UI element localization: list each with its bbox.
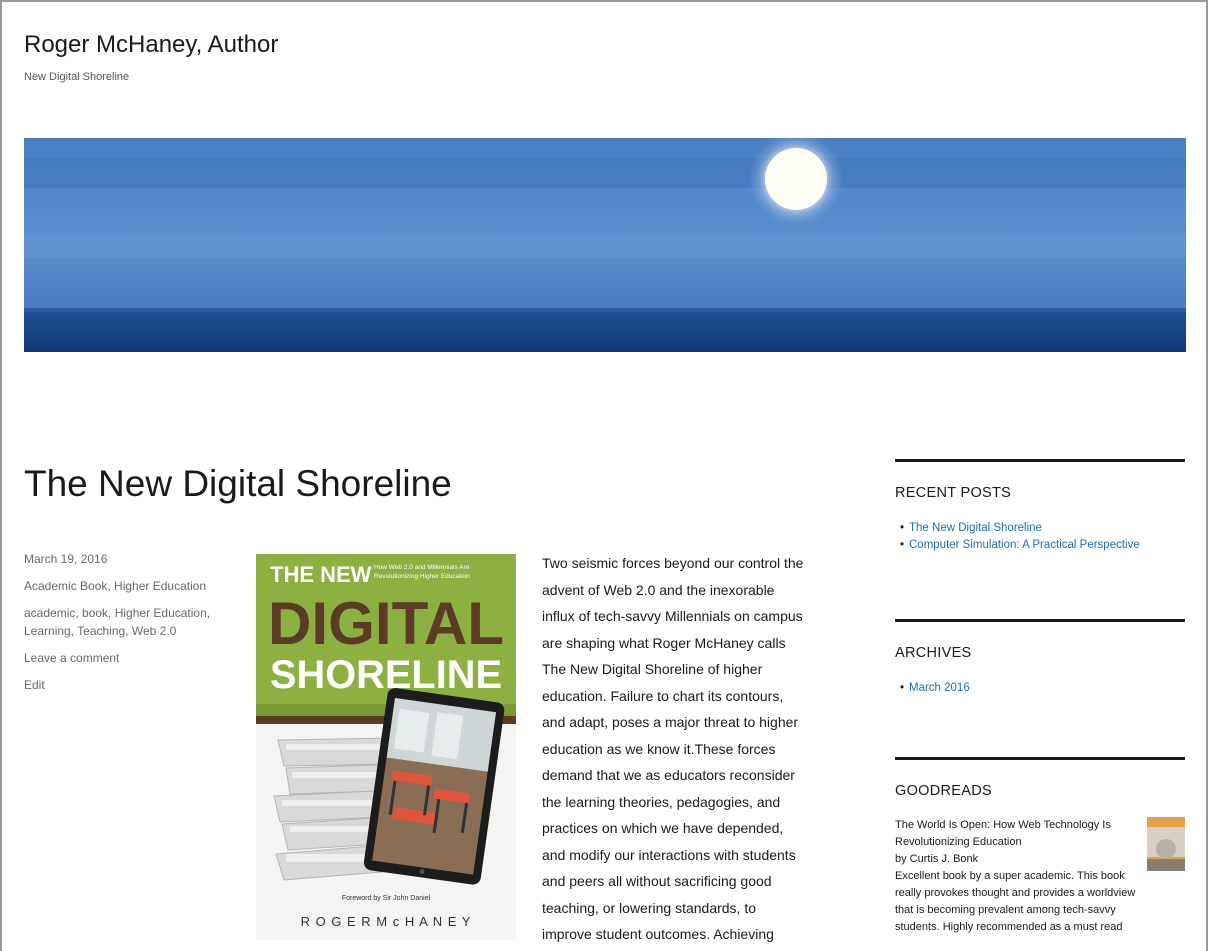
cover-line-1: THE NEW [270, 562, 372, 587]
widget-divider [895, 619, 1185, 622]
post-date[interactable]: March 19, 2016 [24, 550, 214, 568]
recent-posts-widget: RECENT POSTS The New Digital Shoreline C… [895, 459, 1185, 554]
post-content-line: Two seismic forces beyond our control th… [542, 555, 804, 571]
post-content-line: and peers all without sacrificing good [542, 873, 772, 889]
cover-line-3: SHORELINE [270, 653, 502, 697]
post-tags[interactable]: academic, book, Higher Education, Learni… [24, 604, 214, 640]
recent-posts-list: The New Digital Shoreline Computer Simul… [895, 520, 1185, 554]
cover-line-2: DIGITAL [268, 590, 504, 657]
archives-title: ARCHIVES [895, 645, 972, 661]
post-content-line: advent of Web 2.0 and the inexorable [542, 581, 775, 598]
archive-item[interactable]: March 2016 [895, 680, 1185, 697]
cover-subtitle-1: How Web 2.0 and Millennials Are [374, 564, 470, 571]
post-content-line: demand that we as educators reconsider [542, 767, 795, 783]
goodreads-book-title-1[interactable]: The World Is Open: How Web Technology Is [895, 817, 1185, 834]
goodreads-entry: The World Is Open: How Web Technology Is… [895, 817, 1185, 936]
post-content-line: practices on which we have depended, [542, 820, 784, 836]
post-categories[interactable]: Academic Book, Higher Education [24, 577, 214, 595]
edit-link[interactable]: Edit [24, 676, 214, 694]
goodreads-widget: GOODREADS The World Is Open: How Web Tec… [895, 757, 1185, 936]
book-cover-image: THE NEW How Web 2.0 and Millennials Are … [256, 554, 516, 940]
post-content-line: the learning theories, pedagogies, and [542, 793, 781, 810]
post-meta: March 19, 2016 Academic Book, Higher Edu… [24, 550, 214, 703]
goodreads-book-cover[interactable] [1147, 817, 1185, 871]
goodreads-review-line: that is becoming prevalent among tech-sa… [895, 904, 1116, 916]
post-content-line: The New Digital Shoreline of higher [542, 661, 763, 677]
post-content-line: education. Failure to chart its contours… [542, 687, 784, 704]
goodreads-author: by Curtis J. Bonk [895, 853, 979, 865]
post-content-line: and adapt, poses a major threat to highe… [542, 714, 799, 730]
site-title[interactable]: Roger McHaney, Author [24, 31, 278, 59]
cover-foreword: Foreword by Sir John Daniel [342, 895, 431, 902]
recent-post-item[interactable]: Computer Simulation: A Practical Perspec… [895, 537, 1185, 554]
post-content-line: teaching, or lowering standards, to [542, 899, 757, 916]
recent-post-item[interactable]: The New Digital Shoreline [895, 520, 1185, 537]
goodreads-review-line: Excellent book by a super academic. This… [895, 870, 1125, 882]
goodreads-review-line: students. Highly recommended as a must r… [895, 921, 1123, 933]
post-content-line: are shaping what Roger McHaney calls [542, 634, 786, 651]
goodreads-review-line: really provokes thought and provides a w… [895, 887, 1136, 899]
goodreads-title: GOODREADS [895, 783, 992, 799]
cover-author: R O G E R M c H A N E Y [301, 914, 472, 929]
post-content-line: improve student outcomes. Achieving [542, 926, 774, 942]
header-image [24, 138, 1186, 352]
archives-list: March 2016 [895, 680, 1185, 697]
cover-subtitle-2: Revolutionizing Higher Education [374, 573, 470, 580]
recent-posts-title: RECENT POSTS [895, 485, 1012, 501]
post-title[interactable]: The New Digital Shoreline [24, 463, 452, 505]
widget-divider [895, 459, 1185, 462]
archives-widget: ARCHIVES March 2016 [895, 619, 1185, 697]
post-content-line: influx of tech-savvy Millennials on camp… [542, 608, 803, 624]
post-content-line: and modify our interactions with student… [542, 846, 796, 863]
site-description: New Digital Shoreline [24, 71, 130, 83]
leave-comment-link[interactable]: Leave a comment [24, 649, 214, 667]
goodreads-book-title-2[interactable]: Revolutionizing Education [895, 834, 1185, 851]
post-content: Two seismic forces beyond our control th… [542, 550, 842, 948]
widget-divider [895, 757, 1185, 760]
post-content-line: education as we know it.These forces [542, 740, 776, 757]
